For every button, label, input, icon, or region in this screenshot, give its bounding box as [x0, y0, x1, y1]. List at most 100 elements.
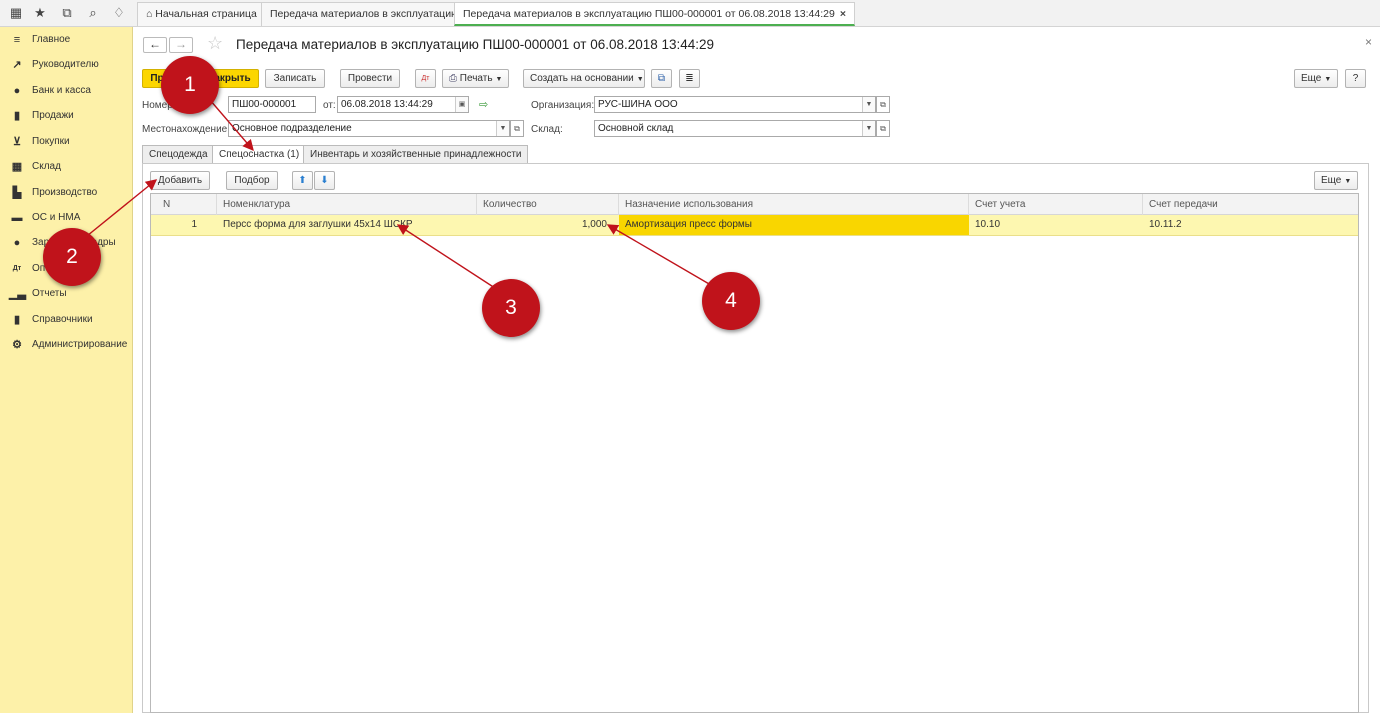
sidebar-item-admin[interactable]: ⚙ Администрирование [0, 334, 133, 356]
date-field[interactable]: 06.08.2018 13:44:29 ▣ [337, 96, 469, 113]
sidebar-item-reports[interactable]: ▁▃ Отчеты [0, 283, 133, 305]
column-header-n[interactable]: N [151, 194, 217, 215]
grid-icon[interactable]: ▦ [6, 4, 26, 22]
post-button[interactable]: Провести [340, 69, 400, 88]
sidebar-item-purchases[interactable]: ⊻ Покупки [0, 131, 133, 153]
column-header-account[interactable]: Счет учета [969, 194, 1143, 215]
table-more-button[interactable]: Еще ▼ [1314, 171, 1358, 190]
close-icon[interactable]: × [1365, 35, 1372, 49]
menu-icon: ≡ [13, 34, 21, 46]
sidebar-item-manager[interactable]: ↗ Руководителю [0, 54, 133, 76]
sidebar-item-production[interactable]: ▙ Производство [0, 182, 133, 204]
chevron-down-icon[interactable]: ▼ [862, 121, 875, 136]
forward-button[interactable]: → [169, 37, 193, 53]
sidebar-item-main[interactable]: ≡ Главное [0, 29, 133, 51]
table-row[interactable]: 1 Перcс форма для заглушки 45х14 ШСКР 1,… [151, 215, 1358, 236]
annotation-badge-1: 1 [161, 56, 219, 114]
cell-purpose[interactable]: Амортизация пресс формы [619, 215, 969, 235]
column-header-transfer-account[interactable]: Счет передачи [1143, 194, 1360, 215]
items-table: N Номенклатура Количество Назначение исп… [150, 193, 1359, 713]
tab-special-equipment[interactable]: Спецоснастка (1) [212, 145, 307, 164]
number-field[interactable]: ПШ00-000001 [228, 96, 316, 113]
organization-value: РУС-ШИНА ООО [598, 99, 678, 110]
dt-kt-icon: Дт [12, 265, 22, 272]
arrow-up-icon: ⬆ [298, 175, 307, 186]
tab-home[interactable]: ⌂ Начальная страница [137, 2, 266, 26]
coin-icon: ● [13, 85, 21, 97]
open-warehouse-button[interactable]: ⧉ [876, 120, 890, 137]
more-button[interactable]: Еще ▼ [1294, 69, 1338, 88]
chevron-down-icon[interactable]: ▼ [862, 97, 875, 112]
chart-trend-icon: ↗ [12, 59, 22, 71]
open-location-button[interactable]: ⧉ [510, 120, 524, 137]
date-from-label: от: [323, 100, 336, 111]
sidebar-item-label: Администрирование [32, 339, 128, 350]
favorite-star-icon[interactable]: ☆ [207, 33, 223, 54]
more-label: Еще [1301, 73, 1322, 84]
organization-field[interactable]: РУС-ШИНА ООО ▼ [594, 96, 876, 113]
print-label: Печать [459, 73, 493, 84]
history-icon[interactable]: ⧉ [57, 4, 77, 22]
annotation-badge-2: 2 [43, 228, 101, 286]
cell-account[interactable]: 10.10 [969, 215, 1143, 235]
person-icon: ● [13, 237, 21, 249]
home-icon: ⌂ [146, 8, 153, 20]
search-icon[interactable]: ⌕ [83, 4, 103, 22]
sidebar-item-warehouse[interactable]: ▦ Склад [0, 156, 133, 178]
tab-transfer-doc[interactable]: Передача материалов в эксплуатацию ПШ00-… [454, 2, 855, 26]
sidebar-item-assets[interactable]: ▬ ОС и НМА [0, 207, 133, 229]
warehouse-icon: ▦ [11, 161, 23, 173]
cell-nomenclature[interactable]: Перcс форма для заглушки 45х14 ШСКР [217, 215, 477, 235]
add-button[interactable]: Добавить [150, 171, 210, 190]
sidebar-item-label: Продажи [32, 110, 74, 121]
top-bar: ▦ ★ ⧉ ⌕ ♢ ⌂ Начальная страница Передача … [0, 0, 1380, 27]
back-button[interactable]: ← [143, 37, 167, 53]
create-based-on-button[interactable]: Создать на основании ▼ [523, 69, 645, 88]
tab-inventory[interactable]: Инвентарь и хозяйственные принадлежности [303, 145, 529, 164]
calendar-icon[interactable]: ▣ [455, 97, 468, 112]
warehouse-label: Склад: [531, 124, 563, 135]
column-header-nomenclature[interactable]: Номенклатура [217, 194, 477, 215]
dt-kt-button[interactable]: Дт [415, 69, 436, 88]
printer-icon: ⎙ [449, 73, 457, 84]
help-button[interactable]: ? [1345, 69, 1366, 88]
organization-label: Организация: [531, 100, 595, 111]
star-icon[interactable]: ★ [30, 4, 50, 22]
sidebar-item-sales[interactable]: ▮ Продажи [0, 105, 133, 127]
chevron-down-icon[interactable]: ▼ [496, 121, 509, 136]
move-down-button[interactable]: ⬇ [314, 171, 335, 190]
close-icon[interactable]: × [840, 8, 846, 20]
sidebar-item-bank[interactable]: ● Банк и касса [0, 80, 133, 102]
arrow-left-icon: ← [149, 37, 161, 51]
open-link-icon: ⧉ [880, 100, 886, 109]
dt-kt-icon: Дт [421, 75, 430, 82]
arrow-down-icon: ⬇ [320, 175, 329, 186]
column-header-quantity[interactable]: Количество [477, 194, 619, 215]
print-button[interactable]: ⎙ Печать ▼ [442, 69, 509, 88]
cell-transfer-account[interactable]: 10.11.2 [1143, 215, 1360, 235]
pick-button[interactable]: Подбор [226, 171, 278, 190]
bag-icon: ▮ [13, 110, 21, 122]
move-up-button[interactable]: ⬆ [292, 171, 313, 190]
location-field[interactable]: Основное подразделение ▼ [228, 120, 510, 137]
date-value: 06.08.2018 13:44:29 [341, 99, 433, 110]
list-button[interactable]: ≣ [679, 69, 700, 88]
column-header-purpose[interactable]: Назначение использования [619, 194, 969, 215]
warehouse-field[interactable]: Основной склад ▼ [594, 120, 876, 137]
sidebar-item-label: Справочники [32, 314, 93, 325]
tab-transfer-list[interactable]: Передача материалов в эксплуатацию× [261, 2, 480, 26]
create-based-label: Создать на основании [530, 73, 634, 84]
tab-workwear[interactable]: Спецодежда [142, 145, 215, 164]
cell-quantity[interactable]: 1,000 [477, 215, 619, 235]
document-link-icon[interactable]: ⇨ [479, 98, 488, 111]
open-link-icon: ⧉ [514, 124, 520, 133]
document-form: ← → ☆ Передача материалов в эксплуатацию… [134, 27, 1380, 713]
save-button[interactable]: Записать [265, 69, 325, 88]
open-organization-button[interactable]: ⧉ [876, 96, 890, 113]
structure-icon: ⧉ [657, 73, 666, 84]
chevron-down-icon: ▼ [636, 76, 644, 83]
sidebar-item-directories[interactable]: ▮ Справочники [0, 309, 133, 331]
sidebar-item-label: ОС и НМА [32, 212, 81, 223]
bell-icon[interactable]: ♢ [109, 4, 129, 22]
structure-button[interactable]: ⧉ [651, 69, 672, 88]
